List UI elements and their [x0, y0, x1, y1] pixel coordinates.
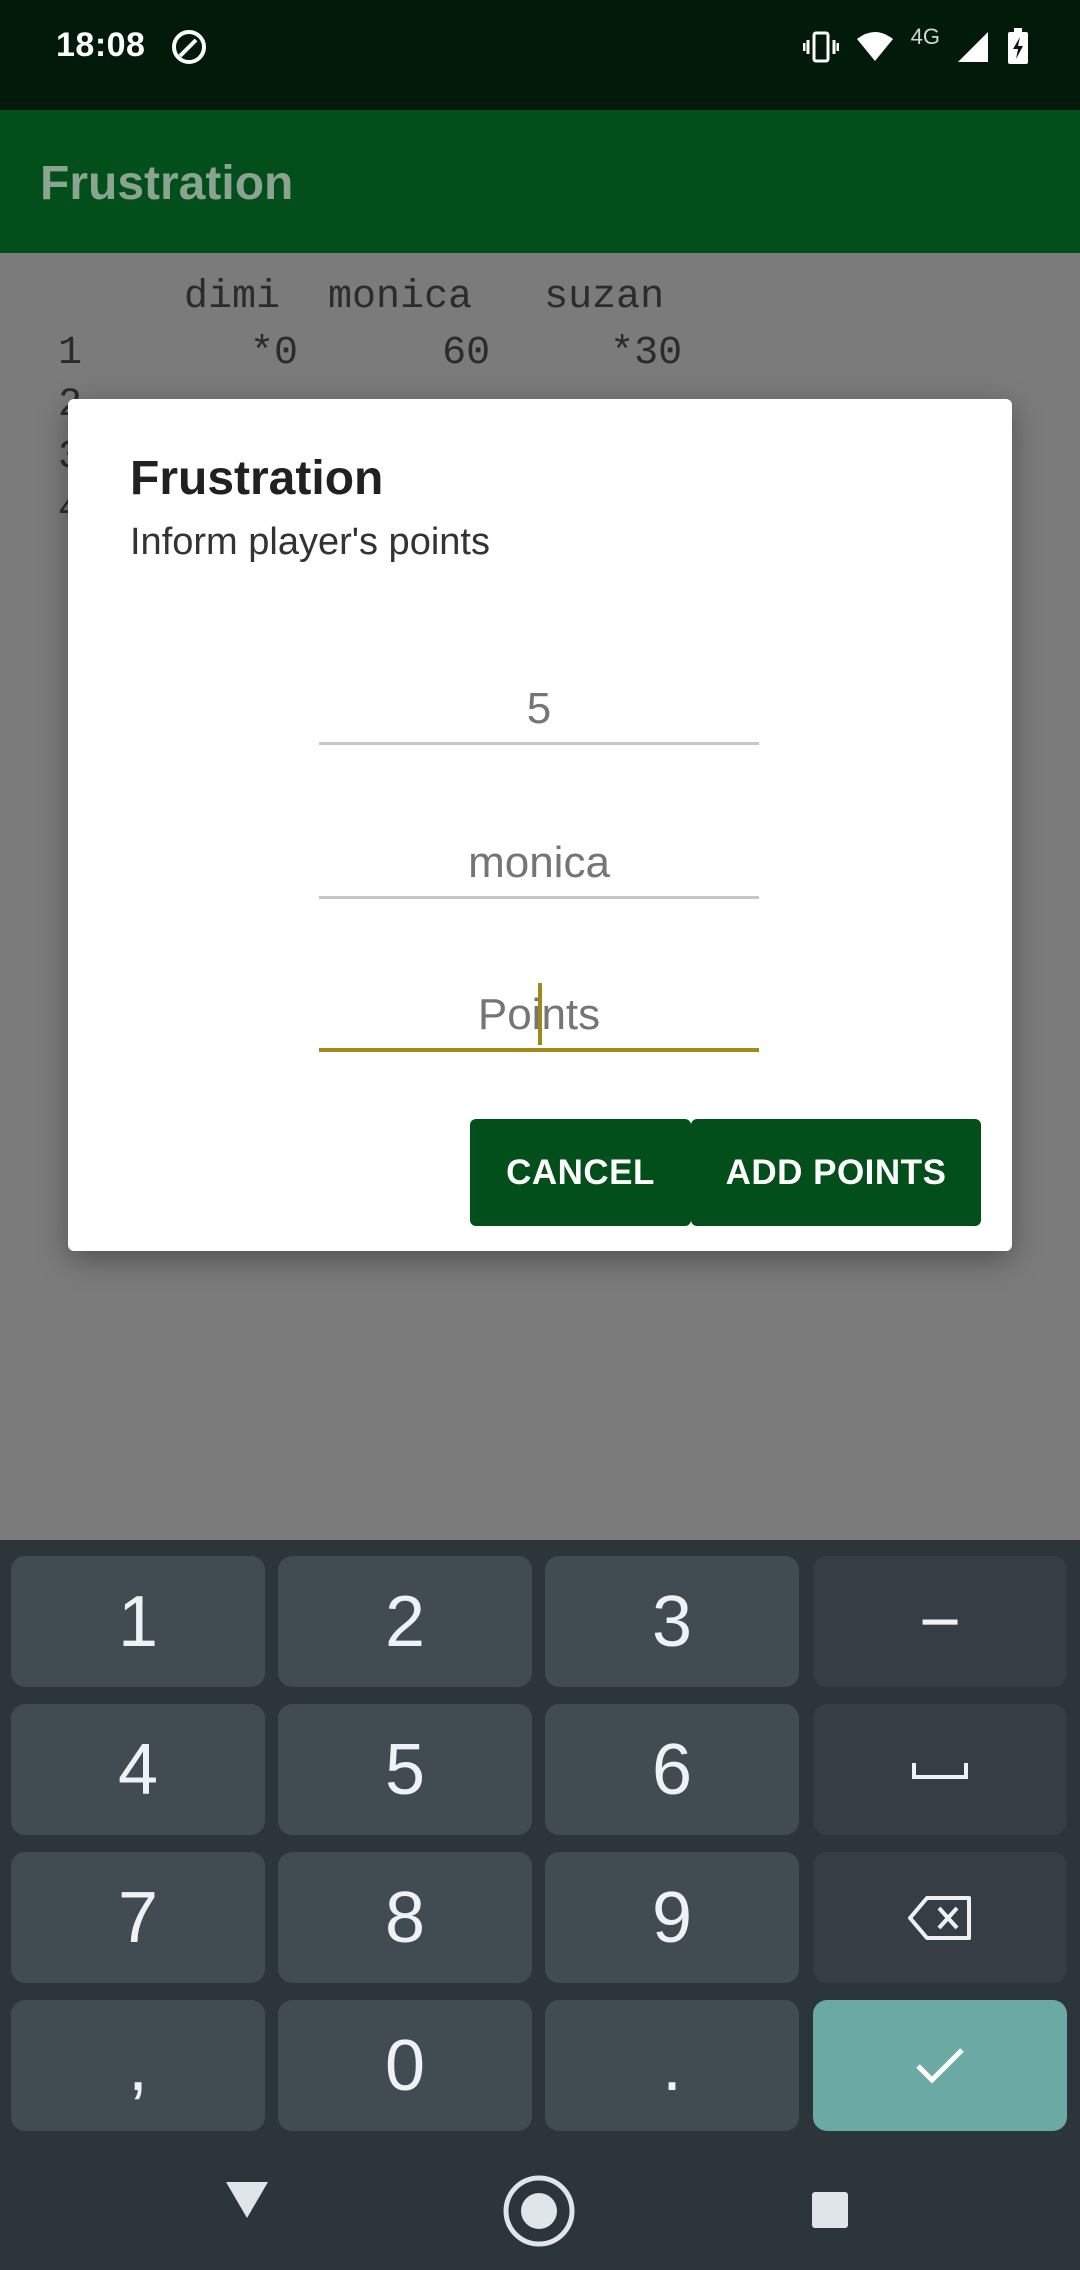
key-5[interactable]: 5 — [278, 1704, 532, 1835]
score-row: 1 *0 60 *30 — [58, 331, 683, 376]
key-4[interactable]: 4 — [11, 1704, 265, 1835]
dialog-message: Inform player's points — [130, 521, 490, 563]
player-field[interactable] — [319, 829, 759, 899]
key-8[interactable]: 8 — [278, 1852, 532, 1983]
network-type: 4G — [910, 24, 940, 49]
status-time: 18:08 — [56, 26, 146, 64]
battery-charging-icon — [1008, 28, 1028, 64]
back-icon[interactable] — [224, 2178, 270, 2222]
key-1[interactable]: 1 — [11, 1556, 265, 1687]
recents-icon[interactable] — [810, 2190, 850, 2230]
status-icons: 4G — [802, 24, 1030, 66]
key-enter[interactable] — [813, 2000, 1067, 2131]
wifi-icon — [856, 32, 893, 61]
add-points-dialog: Frustration Inform player's points CANCE… — [68, 399, 1012, 1251]
key-space[interactable] — [813, 1704, 1067, 1835]
scoreboard-header: dimi monica suzan — [40, 275, 665, 320]
add-points-button[interactable]: ADD POINTS — [691, 1119, 981, 1226]
key-6[interactable]: 6 — [545, 1704, 799, 1835]
home-icon[interactable] — [502, 2174, 576, 2248]
text-cursor — [538, 983, 542, 1045]
do-not-disturb-icon — [172, 30, 206, 64]
key-comma[interactable]: , — [11, 2000, 265, 2131]
key-backspace[interactable] — [813, 1852, 1067, 1983]
app-title: Frustration — [40, 157, 294, 210]
key-9[interactable]: 9 — [545, 1852, 799, 1983]
key-3[interactable]: 3 — [545, 1556, 799, 1687]
vibrate-icon — [802, 31, 839, 63]
app-bar: Frustration — [0, 110, 1080, 253]
navigation-bar — [0, 2150, 1080, 2270]
numeric-keyboard: 1 2 3 − 4 5 6 7 8 9 , 0 . — [0, 1540, 1080, 2150]
backspace-icon — [908, 1895, 971, 1940]
dialog-title: Frustration — [130, 452, 384, 505]
cancel-button[interactable]: CANCEL — [470, 1119, 691, 1226]
key-period[interactable]: . — [545, 2000, 799, 2131]
round-field[interactable] — [319, 675, 759, 745]
key-2[interactable]: 2 — [278, 1556, 532, 1687]
key-minus[interactable]: − — [813, 1556, 1067, 1687]
status-bar: 18:08 4G — [0, 0, 1080, 110]
checkmark-icon — [916, 2047, 964, 2084]
space-icon — [912, 1762, 968, 1779]
signal-icon — [958, 32, 988, 62]
key-7[interactable]: 7 — [11, 1852, 265, 1983]
key-0[interactable]: 0 — [278, 2000, 532, 2131]
